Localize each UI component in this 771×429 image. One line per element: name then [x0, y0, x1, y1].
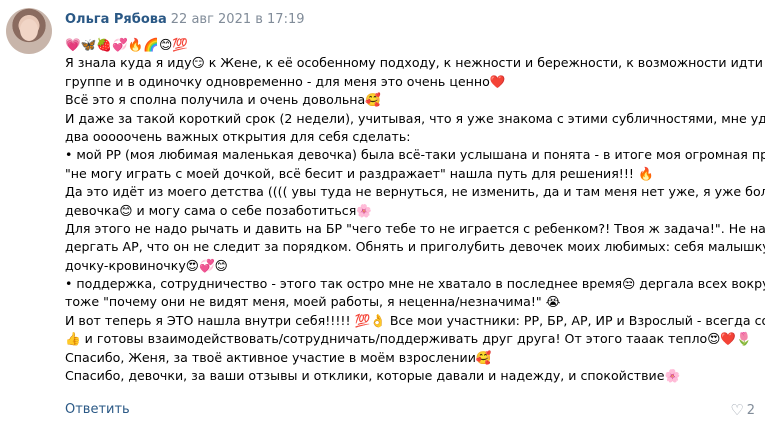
avatar[interactable]: [6, 8, 52, 54]
comment-footer: Ответить ♡ 2: [65, 400, 755, 420]
text-line: тоже "почему они не видят меня, моей раб…: [65, 294, 561, 310]
text-line: Да это идёт из моего детства (((( увы ту…: [65, 184, 765, 200]
text-line: 👍 и готовы взаимодействовать/сотрудничат…: [65, 331, 752, 347]
text-line: Спасибо, девочки, за ваши отзывы и откли…: [65, 368, 681, 384]
text-line: группе и в одиночку одновременно - для м…: [65, 73, 506, 89]
text-line: дергать АР, что он не следит за порядком…: [65, 239, 765, 255]
text-line: два ооооочень важных открытия для себя с…: [65, 128, 411, 144]
heart-icon: ♡: [730, 401, 744, 419]
text-line: И даже за такой короткий срок (2 недели)…: [65, 110, 765, 126]
text-line: • поддержка, сотрудничество - этого так …: [65, 276, 765, 292]
text-line: девочка😊 и могу сама о себе позаботиться…: [65, 202, 372, 218]
comment-header: Ольга Рябова 22 авг 2021 в 17:19: [65, 11, 305, 29]
like-button[interactable]: ♡ 2: [730, 400, 755, 421]
avatar-face: [20, 19, 38, 41]
text-line: И вот теперь я ЭТО нашла внутри себя!!!!…: [65, 312, 765, 328]
text-line: Всё это я сполна получила и очень доволь…: [65, 92, 381, 108]
comment: Ольга Рябова 22 авг 2021 в 17:19 💗🦋🍓💞🔥🌈😊💯…: [0, 0, 771, 429]
text-line: дочку-кровиночку😍💞😊: [65, 257, 228, 273]
comment-date[interactable]: 22 авг 2021 в 17:19: [171, 12, 305, 27]
text-line: "не могу играть с моей дочкой, всё бесит…: [65, 165, 654, 181]
text-line: 💗🦋🍓💞🔥🌈😊💯: [65, 37, 188, 52]
author-name[interactable]: Ольга Рябова: [65, 12, 167, 27]
text-line: Для этого не надо рычать и давить на БР …: [65, 220, 765, 236]
reply-button[interactable]: Ответить: [65, 402, 130, 417]
likes-count: 2: [746, 403, 755, 418]
text-line: Я знала куда я иду😏 к Жене, к её особенн…: [65, 55, 765, 71]
text-line: Спасибо, Женя, за твоё активное участие …: [65, 349, 492, 365]
text-line: • мой РР (моя любимая маленькая девочка)…: [65, 147, 765, 163]
comment-text: 💗🦋🍓💞🔥🌈😊💯 Я знала куда я иду😏 к Жене, к е…: [65, 36, 765, 385]
